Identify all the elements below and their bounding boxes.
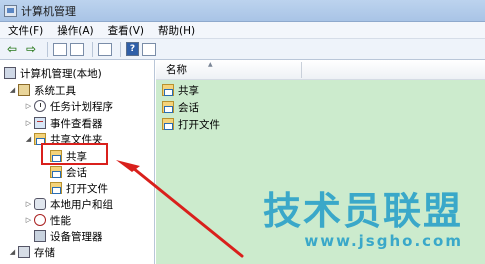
expand-icon[interactable]: ▷ [24,119,33,127]
clock-icon [34,100,46,112]
properties-icon[interactable] [142,42,156,56]
back-arrow-icon[interactable]: ⇦ [4,42,20,57]
window-title: 计算机管理 [21,4,76,18]
tree-item-label: 任务计划程序 [50,100,113,113]
sort-caret-icon: ▲ [208,61,213,68]
shared-folder-icon [162,118,174,130]
collapse-icon[interactable]: ◢ [8,248,17,256]
column-separator[interactable] [301,62,302,78]
expand-icon[interactable]: ▷ [24,200,33,208]
tree-item-label: 打开文件 [66,182,108,195]
list-item[interactable]: 打开文件 [162,117,220,131]
tree-item-label: 本地用户和组 [50,198,113,211]
tree-item-label: 会话 [66,166,87,179]
shared-folder-icon [50,166,62,178]
watermark-title: 技术员联盟 [262,189,463,233]
collapse-icon[interactable]: ◢ [8,86,17,94]
storage-icon [18,246,30,258]
device-manager-icon [34,230,46,242]
tree-item-label: 系统工具 [34,84,76,97]
shared-folder-icon [50,182,62,194]
toolbar-separator [47,41,48,57]
forward-arrow-icon[interactable]: ⇨ [23,42,39,57]
up-folder-icon[interactable] [53,42,67,56]
tree-item-label: 设备管理器 [50,230,103,243]
collapse-icon[interactable]: ◢ [24,135,33,143]
column-header-label: 名称 [166,64,187,76]
column-header-name[interactable]: ▲ 名称 [156,60,485,80]
export-list-icon[interactable] [98,42,112,56]
tree-item-label: 存储 [34,246,55,259]
list-item[interactable]: 共享 [162,83,199,97]
menu-file[interactable]: 文件(F) [8,23,43,38]
list-item[interactable]: 会话 [162,100,199,114]
menu-view[interactable]: 查看(V) [108,23,144,38]
shared-folder-icon [162,101,174,113]
list-item-label: 共享 [178,84,199,97]
tree-item-system-tools[interactable]: ◢ 系统工具 [8,82,76,98]
tree-item-label: 计算机管理(本地) [20,67,102,80]
tree-item-label: 事件查看器 [50,117,103,130]
tree-item-label: 性能 [50,214,71,227]
menu-action[interactable]: 操作(A) [57,23,93,38]
performance-icon [34,214,46,226]
help-icon[interactable]: ? [126,42,139,56]
toolbar-separator [92,41,93,57]
list-item-label: 打开文件 [178,118,220,131]
tree-item-local-users[interactable]: ▷ 本地用户和组 [24,196,113,212]
users-icon [34,198,46,210]
tree-item-device-manager[interactable]: 设备管理器 [34,228,103,244]
highlight-box [41,143,108,165]
menu-help[interactable]: 帮助(H) [158,23,195,38]
tree-item-performance[interactable]: ▷ 性能 [24,212,71,228]
expand-icon[interactable]: ▷ [24,102,33,110]
tree-item-sessions[interactable]: 会话 [50,164,87,180]
menu-bar: 文件(F) 操作(A) 查看(V) 帮助(H) [0,22,485,39]
tree-item-event-viewer[interactable]: ▷ 事件查看器 [24,115,103,131]
toolbar: ⇦ ⇨ ? [0,39,485,60]
title-bar: 计算机管理 [0,0,485,22]
computer-icon [4,67,16,79]
show-hide-tree-icon[interactable] [70,42,84,56]
expand-icon[interactable]: ▷ [24,216,33,224]
tree-item-root[interactable]: 计算机管理(本地) [4,65,102,81]
tree-item-storage[interactable]: ◢ 存储 [8,244,55,260]
tools-icon [18,84,30,96]
watermark-url: www.jsgho.com [304,232,463,250]
watermark: 技术员联盟 www.jsgho.com [263,190,463,250]
shared-folder-icon [162,84,174,96]
tree-item-open-files[interactable]: 打开文件 [50,180,108,196]
list-item-label: 会话 [178,101,199,114]
computer-management-icon [4,4,17,17]
event-viewer-icon [34,117,46,129]
tree-item-task-scheduler[interactable]: ▷ 任务计划程序 [24,98,113,114]
toolbar-separator [120,41,121,57]
